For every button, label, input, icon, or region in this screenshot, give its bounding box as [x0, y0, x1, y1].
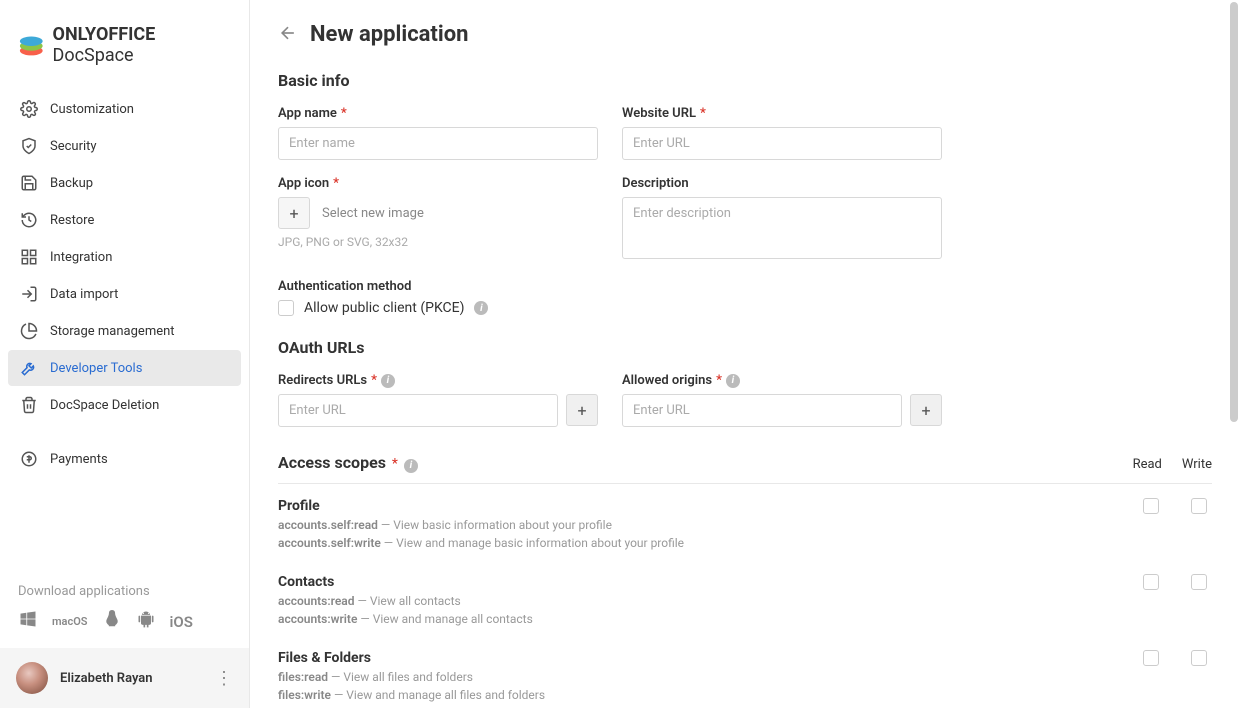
sidebar-item-label: Storage management	[50, 324, 175, 339]
scope-write-checkbox[interactable]	[1191, 498, 1207, 514]
user-bar: Elizabeth Rayan ⋮	[0, 648, 249, 708]
page-title: New application	[310, 22, 468, 47]
description-input[interactable]	[622, 197, 942, 259]
description-label: Description	[622, 176, 942, 191]
floppy-icon	[20, 174, 38, 192]
scope-line: files:read — View all files and folders	[278, 670, 1212, 684]
sidebar-item-label: Backup	[50, 176, 93, 191]
redirects-label: Redirects URLs* i	[278, 373, 598, 388]
payment-icon	[20, 450, 38, 468]
linux-icon[interactable]	[102, 609, 122, 634]
allowed-origins-input[interactable]	[622, 394, 902, 427]
info-icon[interactable]: i	[381, 374, 395, 388]
shield-icon	[20, 137, 38, 155]
pkce-label: Allow public client (PKCE)	[304, 300, 464, 316]
sidebar-item-storage[interactable]: Storage management	[8, 313, 241, 349]
wrench-icon	[20, 359, 38, 377]
upload-icon-button[interactable]: +	[278, 197, 310, 229]
history-icon	[20, 211, 38, 229]
macos-icon[interactable]: macOS	[52, 615, 88, 628]
pkce-checkbox[interactable]	[278, 300, 294, 316]
sidebar-item-restore[interactable]: Restore	[8, 202, 241, 238]
scope-line: accounts.self:write — View and manage ba…	[278, 536, 1212, 550]
brand-name-bold: ONLYOFFICE	[53, 24, 156, 45]
section-oauth-heading: OAuth URLs	[278, 338, 1212, 357]
scope-line: files:write — View and manage all files …	[278, 688, 1212, 702]
brand-name-light: DocSpace	[53, 45, 134, 66]
sidebar-item-label: Customization	[50, 102, 134, 117]
pie-chart-icon	[20, 322, 38, 340]
scope-name: Files & Folders	[278, 650, 371, 666]
website-url-input[interactable]	[622, 127, 942, 160]
gear-icon	[20, 100, 38, 118]
scope-line: accounts:read — View all contacts	[278, 594, 1212, 608]
scope-line: accounts.self:read — View basic informat…	[278, 518, 1212, 532]
back-arrow-icon[interactable]	[278, 23, 298, 47]
image-hint: JPG, PNG or SVG, 32x32	[278, 235, 598, 249]
scope-group: Profile accounts.self:read — View basic …	[278, 484, 1212, 560]
info-icon[interactable]: i	[726, 374, 740, 388]
scope-write-checkbox[interactable]	[1191, 574, 1207, 590]
app-name-label: App name*	[278, 106, 598, 121]
auth-method-label: Authentication method	[278, 279, 1212, 294]
scrollbar[interactable]	[1230, 2, 1238, 422]
scope-name: Contacts	[278, 574, 334, 590]
avatar[interactable]	[16, 662, 48, 694]
scope-read-checkbox[interactable]	[1143, 650, 1159, 666]
sidebar-item-label: Payments	[50, 452, 108, 467]
scope-group: Contacts accounts:read — View all contac…	[278, 560, 1212, 636]
sidebar-item-backup[interactable]: Backup	[8, 165, 241, 201]
sidebar-item-customization[interactable]: Customization	[8, 91, 241, 127]
scope-read-checkbox[interactable]	[1143, 498, 1159, 514]
col-read-label: Read	[1133, 457, 1162, 472]
windows-icon[interactable]	[18, 609, 38, 634]
import-icon	[20, 285, 38, 303]
info-icon[interactable]: i	[404, 459, 418, 473]
user-menu-button[interactable]: ⋮	[215, 668, 233, 689]
scope-line: accounts:write — View and manage all con…	[278, 612, 1212, 626]
android-icon[interactable]	[136, 609, 156, 634]
info-icon[interactable]: i	[474, 301, 488, 315]
sidebar: ONLYOFFICE DocSpace Customization Securi…	[0, 0, 250, 708]
sidebar-item-label: Security	[50, 139, 97, 154]
sidebar-item-label: Data import	[50, 287, 118, 302]
user-name: Elizabeth Rayan	[60, 671, 203, 686]
sidebar-item-developer-tools[interactable]: Developer Tools	[8, 350, 241, 386]
sidebar-item-label: Integration	[50, 250, 112, 265]
sidebar-item-payments[interactable]: Payments	[8, 441, 241, 477]
col-write-label: Write	[1182, 457, 1212, 472]
add-origin-button[interactable]: +	[910, 394, 942, 426]
grid-icon	[20, 248, 38, 266]
ios-icon[interactable]: iOS	[170, 613, 193, 631]
app-icon-label: App icon*	[278, 176, 598, 191]
scope-group: Files & Folders files:read — View all fi…	[278, 636, 1212, 708]
scope-name: Profile	[278, 498, 320, 514]
website-url-label: Website URL*	[622, 106, 942, 121]
sidebar-item-label: Restore	[50, 213, 94, 228]
sidebar-nav: Customization Security Backup Restore In…	[0, 86, 249, 482]
allowed-origins-label: Allowed origins* i	[622, 373, 942, 388]
sidebar-item-data-import[interactable]: Data import	[8, 276, 241, 312]
select-image-text: Select new image	[322, 206, 424, 221]
redirects-url-input[interactable]	[278, 394, 558, 427]
download-applications: Download applications macOS iOS	[0, 572, 249, 648]
scopes-header: Access scopes * i Read Write	[278, 453, 1212, 484]
brand-logo[interactable]: ONLYOFFICE DocSpace	[0, 0, 249, 86]
sidebar-item-docspace-deletion[interactable]: DocSpace Deletion	[8, 387, 241, 423]
sidebar-item-label: Developer Tools	[50, 361, 142, 376]
add-redirect-button[interactable]: +	[566, 394, 598, 426]
sidebar-item-label: DocSpace Deletion	[50, 398, 159, 413]
main-content: New application Basic info App name* Web…	[250, 0, 1240, 708]
section-scopes-heading: Access scopes	[278, 453, 386, 472]
sidebar-item-integration[interactable]: Integration	[8, 239, 241, 275]
scope-read-checkbox[interactable]	[1143, 574, 1159, 590]
scope-write-checkbox[interactable]	[1191, 650, 1207, 666]
download-title: Download applications	[18, 584, 231, 599]
sidebar-item-security[interactable]: Security	[8, 128, 241, 164]
app-name-input[interactable]	[278, 127, 598, 160]
section-basic-heading: Basic info	[278, 71, 1212, 90]
trash-icon	[20, 396, 38, 414]
onlyoffice-logo-icon	[18, 31, 45, 59]
